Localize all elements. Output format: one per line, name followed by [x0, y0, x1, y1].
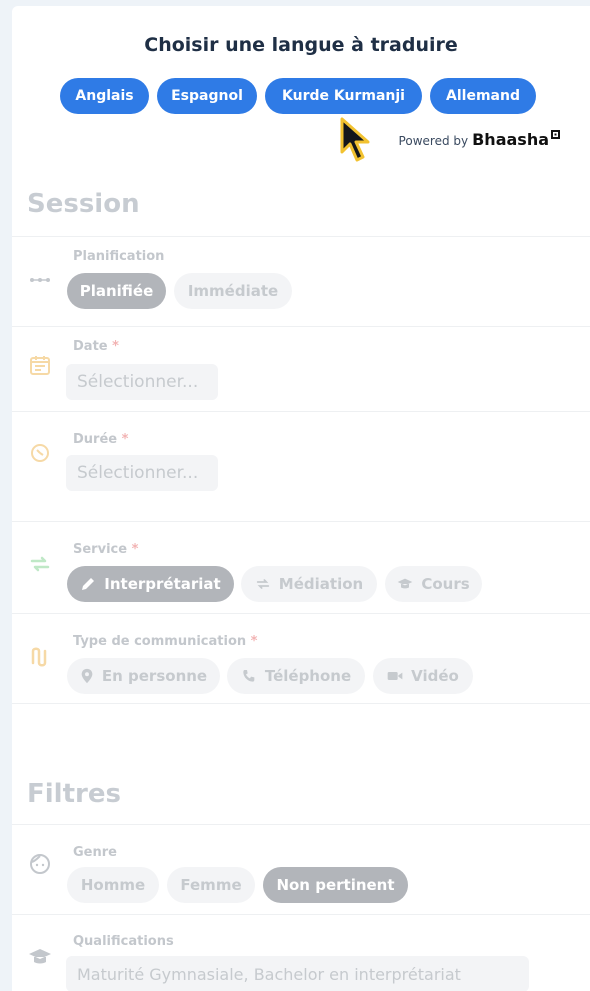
language-option-espagnol[interactable]: Espagnol — [157, 78, 257, 114]
planification-label: Planification — [73, 249, 165, 264]
planification-option-immediate[interactable]: Immédiate — [174, 273, 292, 309]
graduation-cap-icon — [397, 578, 413, 589]
location-pin-icon — [81, 668, 93, 684]
language-option-allemand[interactable]: Allemand — [430, 78, 536, 114]
filtres-title: Filtres — [27, 779, 121, 809]
mouse-cursor-icon — [340, 117, 370, 162]
language-options: Anglais Espagnol Kurde Kurmanji Allemand — [12, 78, 590, 114]
service-option-label: Interprétariat — [104, 575, 221, 593]
timer-icon — [31, 444, 49, 462]
duree-label: Durée * — [73, 432, 129, 447]
service-label: Service * — [73, 542, 139, 557]
communication-option-en-personne[interactable]: En personne — [67, 658, 220, 694]
section-divider — [12, 703, 590, 704]
service-option-cours[interactable]: Cours — [385, 566, 482, 602]
qualifications-select[interactable]: Maturité Gymnasiale, Bachelor en interpr… — [66, 956, 529, 991]
genre-option-non-pertinent[interactable]: Non pertinent — [263, 867, 408, 903]
phone-icon — [243, 670, 255, 682]
powered-by: Powered by Bhaasha — [399, 130, 560, 149]
communication-option-video[interactable]: Vidéo — [373, 658, 473, 694]
date-select[interactable]: Sélectionner... — [66, 364, 218, 400]
language-title: Choisir une langue à traduire — [144, 34, 458, 56]
genre-option-femme[interactable]: Femme — [167, 867, 255, 903]
route-icon — [31, 647, 47, 667]
qualifications-label: Qualifications — [73, 934, 174, 949]
brand-logo: Bhaasha — [472, 130, 560, 149]
communication-row: Type de communication * En personne Télé… — [12, 613, 590, 703]
service-option-mediation[interactable]: Médiation — [241, 566, 377, 602]
language-option-kurde-kurmanji[interactable]: Kurde Kurmanji — [265, 78, 422, 114]
communication-option-telephone[interactable]: Téléphone — [227, 658, 365, 694]
genre-row: Genre Homme Femme Non pertinent — [12, 824, 590, 914]
video-camera-icon — [387, 672, 403, 680]
duree-row: Durée * Sélectionner... — [12, 411, 590, 498]
communication-option-label: Vidéo — [411, 667, 459, 685]
required-mark: * — [121, 432, 129, 447]
form-panel: Choisir une langue à traduire Anglais Es… — [12, 6, 590, 991]
date-label: Date * — [73, 339, 119, 354]
graduation-cap-icon — [29, 949, 51, 964]
duree-select[interactable]: Sélectionner... — [66, 455, 218, 491]
date-row: Date * Sélectionner... — [12, 326, 590, 411]
language-option-anglais[interactable]: Anglais — [60, 78, 149, 114]
planification-option-planifiee[interactable]: Planifiée — [67, 273, 166, 309]
required-mark: * — [112, 339, 119, 354]
service-option-label: Cours — [421, 575, 470, 593]
service-row: Service * Interprétariat Médiation Cours — [12, 521, 590, 613]
swap-arrows-icon — [256, 579, 269, 589]
required-mark: * — [250, 634, 258, 649]
session-title: Session — [27, 189, 140, 219]
calendar-icon — [30, 356, 50, 375]
brand-mark-icon — [551, 130, 560, 139]
genre-label: Genre — [73, 845, 117, 860]
required-mark: * — [131, 542, 139, 557]
genre-option-homme[interactable]: Homme — [67, 867, 159, 903]
qualifications-row: Qualifications Maturité Gymnasiale, Bach… — [12, 914, 590, 991]
brand-name: Bhaasha — [472, 130, 549, 149]
service-option-label: Médiation — [278, 575, 364, 593]
service-option-interpretariat[interactable]: Interprétariat — [67, 566, 234, 602]
communication-option-label: En personne — [101, 667, 208, 685]
powered-prefix: Powered by — [398, 134, 469, 148]
communication-option-label: Téléphone — [264, 667, 352, 685]
planification-row: Planification Planifiée Immédiate — [12, 236, 590, 326]
timeline-dots-icon — [30, 278, 50, 282]
communication-label: Type de communication * — [73, 634, 258, 649]
pencil-icon — [82, 578, 95, 590]
face-icon — [30, 854, 50, 874]
swap-arrows-icon — [30, 556, 50, 572]
